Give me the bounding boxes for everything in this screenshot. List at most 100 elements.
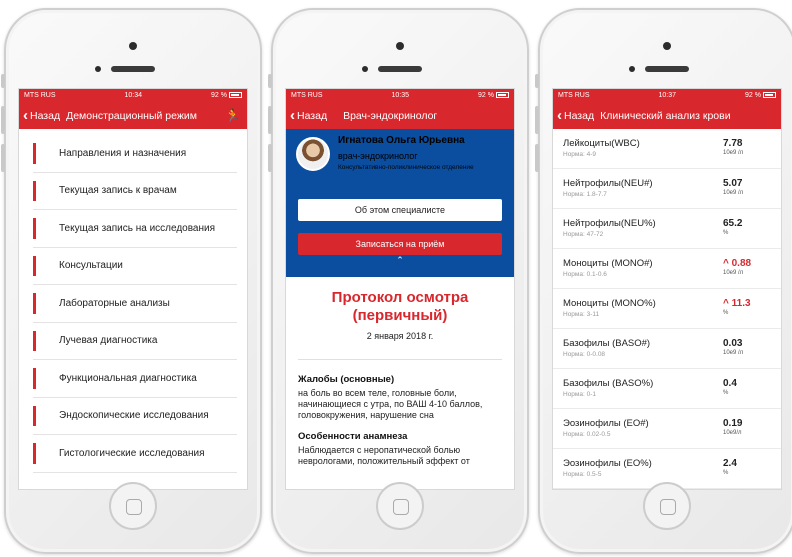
chevron-up-icon[interactable]: ⌃ (286, 255, 514, 266)
result-info: Моноциты (MONO#) Норма: 0.1-0.6 (563, 258, 653, 278)
battery-indicator: 92 % (478, 92, 509, 99)
runner-icon[interactable]: 🏃 (225, 108, 241, 124)
home-button[interactable] (109, 482, 157, 530)
result-name: Лейкоциты(WBC) (563, 138, 640, 149)
result-unit: % (723, 390, 729, 396)
menu-item-referrals[interactable]: Направления и назначения (33, 135, 237, 173)
back-button[interactable]: ‹ Назад (290, 108, 327, 123)
doctor-panel: Игнатова Ольга Юрьевна врач-эндокринолог… (286, 129, 514, 277)
result-row[interactable]: Эозинофилы (EO#) Норма: 0.02-0.5 0.19 10е9/… (553, 409, 781, 449)
page-title: Врач-эндокринолог (343, 109, 438, 122)
result-row[interactable]: Моноциты (MONO#) Норма: 0.1-0.6 ^ 0.88 10е9… (553, 249, 781, 289)
nav-bar: ‹ Назад Демонстрационный режим 🏃 (19, 102, 247, 129)
result-name: Эозинофилы (EO#) (563, 418, 649, 429)
result-norm: Норма: 1.8-7.7 (563, 191, 607, 198)
menu-item-consultations[interactable]: Консультации (33, 248, 237, 285)
earpiece-speaker (111, 66, 155, 72)
result-unit: 10е9 /л (723, 270, 744, 276)
menu-accent (33, 180, 36, 201)
result-name: Базофилы (BASO#) (563, 338, 651, 349)
menu-item-lab-tests[interactable]: Лабораторные анализы (33, 285, 237, 323)
doctor-name: Игнатова Ольга Юрьевна (338, 135, 465, 146)
menu-accent (33, 443, 36, 464)
result-norm: Норма: 3-11 (563, 311, 600, 318)
volume-up-button (1, 106, 5, 134)
menu-accent (33, 405, 36, 426)
home-button[interactable] (376, 482, 424, 530)
result-value: 0.03 (723, 338, 743, 349)
menu-item-study-appointments[interactable]: Текущая запись на исследования (33, 210, 237, 248)
menu-item-histology[interactable]: Гистологические исследования (33, 435, 237, 473)
result-value: ^ 11.3 (723, 298, 751, 309)
result-row[interactable]: Базофилы (BASO#) Норма: 0-0.08 0.03 10е9 /л (553, 329, 781, 369)
result-value: 65.2 (723, 218, 743, 229)
result-row[interactable]: Нейтрофилы(NEU%) Норма: 47-72 65.2% (553, 209, 781, 249)
complaints-heading: Жалобы (основные) (298, 374, 395, 385)
book-appointment-button[interactable]: Записаться на приём (298, 233, 502, 255)
menu-item-label: Текущая запись на исследования (59, 222, 216, 234)
home-button[interactable] (643, 482, 691, 530)
clock: 10:37 (658, 92, 677, 99)
status-bar: MTS RUS 10:37 92 % (553, 89, 781, 102)
result-info: Эозинофилы (EO#) Норма: 0.02-0.5 (563, 418, 649, 438)
result-row[interactable]: Моноциты (MONO%) Норма: 3-11 ^ 11.3% (553, 289, 781, 329)
result-name: Базофилы (BASO%) (563, 378, 654, 389)
menu-item-doctor-appointments[interactable]: Текущая запись к врачам (33, 173, 237, 210)
screen-doctor: MTS RUS 10:35 92 % ‹ Назад Врач-эндокрин… (285, 88, 515, 490)
nav-bar: ‹ Назад Врач-эндокринолог (286, 102, 514, 129)
result-value: 0.19 (723, 418, 743, 429)
result-info: Базофилы (BASO%) Норма: 0-1 (563, 378, 653, 398)
back-label: Назад (564, 109, 595, 122)
complaints-text: на боль во всем теле, головные боли, нач… (298, 388, 483, 420)
avatar (296, 137, 330, 171)
back-button[interactable]: ‹ Назад (23, 108, 60, 123)
result-row[interactable]: Базофилы (BASO%) Норма: 0-1 0.4% (553, 369, 781, 409)
result-value: 5.07 (723, 178, 743, 189)
result-info: Эозинофилы (EO%) Норма: 0.5-5 (563, 458, 652, 478)
status-bar: MTS RUS 10:34 92 % (19, 89, 247, 102)
volume-down-button (1, 144, 5, 172)
volume-down-button (535, 144, 539, 172)
anamnesis-heading: Особенности анамнеза (298, 431, 408, 442)
menu-item-label: Эндоскопические исследования (59, 410, 209, 422)
result-info: Моноциты (MONO%) Норма: 3-11 (563, 298, 656, 318)
result-name: Эозинофилы (EO%) (563, 458, 652, 469)
about-specialist-button[interactable]: Об этом специалисте (298, 199, 502, 221)
menu-item-functional-diagnostics[interactable]: Функциональная диагностика (33, 360, 237, 398)
result-info: Лейкоциты(WBC) Норма: 4-9 (563, 138, 640, 158)
page-title: Демонстрационный режим (66, 109, 197, 122)
result-value: 2.4 (723, 458, 737, 469)
front-camera (396, 42, 404, 50)
menu-item-endoscopy[interactable]: Эндоскопические исследования (33, 398, 237, 435)
chevron-left-icon: ‹ (290, 107, 295, 124)
result-info: Нейтрофилы(NEU%) Норма: 47-72 (563, 218, 656, 238)
menu-item-radiology[interactable]: Лучевая диагностика (33, 323, 237, 360)
mute-switch (1, 74, 5, 88)
arrow-up-icon: ^ (723, 258, 732, 269)
front-camera (129, 42, 137, 50)
result-value-block: 65.2% (723, 218, 769, 236)
result-info: Базофилы (BASO#) Норма: 0-0.08 (563, 338, 650, 358)
result-norm: Норма: 0.02-0.5 (563, 431, 611, 438)
divider (298, 359, 502, 360)
result-row[interactable]: Нейтрофилы(NEU#) Норма: 1.8-7.7 5.07 10е9 /… (553, 169, 781, 209)
result-row[interactable]: Лейкоциты(WBC) Норма: 4-9 7.78 10е9 /л (553, 129, 781, 169)
result-norm: Норма: 0-0.08 (563, 351, 606, 358)
protocol-date: 2 января 2018 г. (366, 331, 434, 341)
screen-menu: MTS RUS 10:34 92 % ‹ Назад Демонстрацион… (18, 88, 248, 490)
doctor-role: врач-эндокринолог (338, 151, 418, 161)
result-unit: % (723, 470, 729, 476)
result-name: Нейтрофилы(NEU#) (563, 178, 653, 189)
phone-1: MTS RUS 10:34 92 % ‹ Назад Демонстрацион… (1, 8, 262, 554)
back-button[interactable]: ‹ Назад (557, 108, 594, 123)
battery-icon (763, 92, 776, 99)
menu-item-label: Функциональная диагностика (59, 372, 197, 384)
mute-switch (268, 74, 272, 88)
menu-accent (33, 330, 36, 351)
nav-bar: ‹ Назад Клинический анализ крови (553, 102, 781, 129)
result-unit: 10е9 /л (723, 190, 744, 196)
volume-up-button (268, 106, 272, 134)
result-norm: Норма: 0.5-5 (563, 471, 602, 478)
result-value: ^ 0.88 (723, 258, 752, 269)
result-value-block: 5.07 10е9 /л (723, 178, 769, 196)
